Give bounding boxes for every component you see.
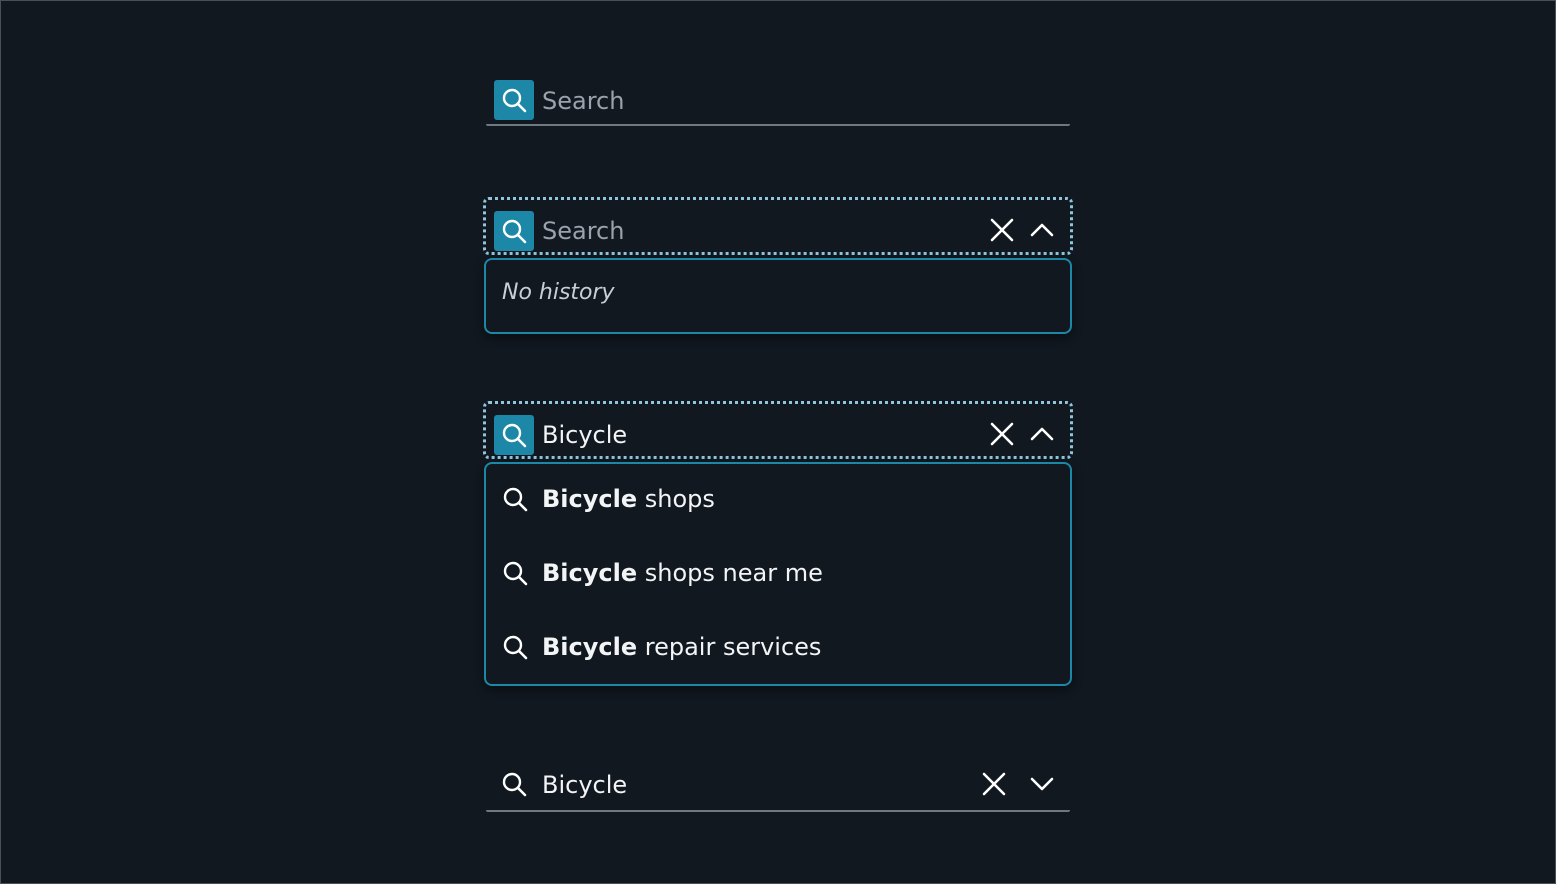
search-icon <box>498 768 530 800</box>
no-history-message: No history <box>502 280 615 305</box>
search-icon <box>494 211 534 251</box>
suggestion-label: Bicycle shops <box>542 484 715 514</box>
close-icon <box>982 772 1006 796</box>
chevron-up-icon <box>1030 223 1054 237</box>
search-underline <box>486 810 1070 812</box>
close-icon <box>990 422 1014 446</box>
suggestion-item[interactable]: Bicycle shops near me <box>486 536 1070 610</box>
collapse-button[interactable] <box>1026 214 1058 246</box>
suggestion-match: Bicycle <box>542 633 638 661</box>
search-placeholder: Search <box>542 217 625 245</box>
search-field-focused-empty[interactable]: Search <box>483 197 1073 255</box>
search-icon <box>494 80 534 120</box>
suggestion-item[interactable]: Bicycle shops <box>486 462 1070 536</box>
history-dropdown: No history <box>484 258 1072 334</box>
search-field-focused-suggestions[interactable]: Bicycle <box>483 401 1073 459</box>
search-field-default[interactable]: Search <box>486 80 1070 126</box>
clear-button[interactable] <box>978 768 1010 800</box>
expand-button[interactable] <box>1026 768 1058 800</box>
suggestions-dropdown: Bicycle shops Bicycle shops near me Bicy… <box>484 462 1072 686</box>
chevron-down-icon <box>1030 777 1054 791</box>
chevron-up-icon <box>1030 427 1054 441</box>
close-icon <box>990 218 1014 242</box>
suggestion-rest: shops <box>637 485 715 513</box>
search-placeholder: Search <box>542 87 625 115</box>
suggestion-item[interactable]: Bicycle repair services <box>486 610 1070 684</box>
search-field-filled[interactable]: Bicycle <box>486 766 1070 812</box>
search-underline <box>486 124 1070 126</box>
search-icon <box>500 558 530 588</box>
collapse-button[interactable] <box>1026 418 1058 450</box>
search-icon <box>494 415 534 455</box>
suggestion-label: Bicycle repair services <box>542 632 821 662</box>
suggestion-match: Bicycle <box>542 559 638 587</box>
search-value: Bicycle <box>542 771 628 799</box>
suggestion-match: Bicycle <box>542 485 638 513</box>
search-icon <box>500 632 530 662</box>
clear-button[interactable] <box>986 418 1018 450</box>
search-icon <box>500 484 530 514</box>
suggestion-label: Bicycle shops near me <box>542 558 823 588</box>
clear-button[interactable] <box>986 214 1018 246</box>
search-value: Bicycle <box>542 421 628 449</box>
suggestion-rest: shops near me <box>637 559 823 587</box>
suggestion-rest: repair services <box>637 633 822 661</box>
